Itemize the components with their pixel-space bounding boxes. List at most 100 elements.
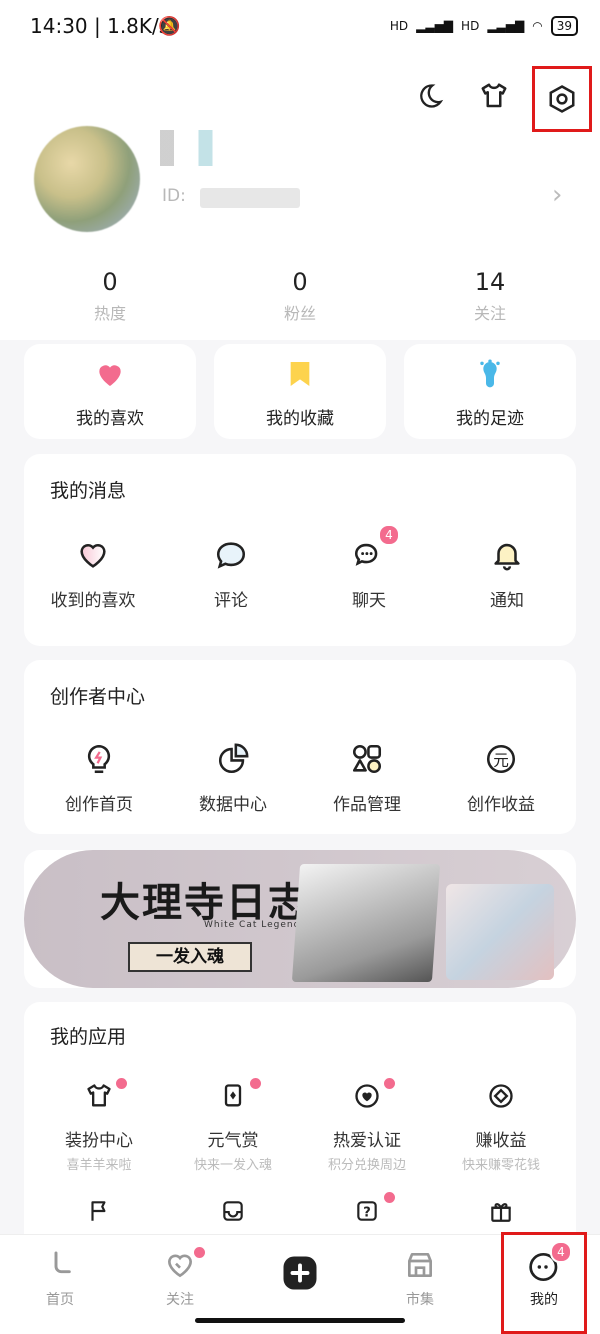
signal-icon: ▂▃▅▇ xyxy=(487,19,525,33)
yuan-coin-icon: 元 xyxy=(486,744,516,774)
app-label: 赚收益 xyxy=(475,1131,527,1151)
user-id-label: ID: xyxy=(162,186,186,206)
comments-item[interactable]: 评论 xyxy=(162,538,300,628)
battery-indicator: 39 xyxy=(550,16,578,36)
messages-title: 我的消息 xyxy=(50,480,127,502)
red-dot xyxy=(114,1076,129,1091)
creator-home-item[interactable]: 创作首页 xyxy=(32,742,166,832)
notifications-item[interactable]: 通知 xyxy=(438,538,576,628)
apps-card: 我的应用 装扮中心 喜羊羊来啦 元气赏 快来一发入魂 热爱认证 积分兑换周边 赚… xyxy=(24,1002,576,1262)
creator-earnings-item[interactable]: 元 创作收益 xyxy=(434,742,568,832)
stat-value: 0 xyxy=(292,268,308,296)
message-item-label: 评论 xyxy=(214,591,248,611)
network-label-2: HD xyxy=(461,19,480,33)
stat-label: 热度 xyxy=(93,304,126,323)
inbox-icon xyxy=(223,1201,243,1221)
stat-label: 粉丝 xyxy=(283,304,316,323)
red-dot xyxy=(192,1245,207,1260)
tab-label: 关注 xyxy=(166,1292,194,1308)
my-likes-button[interactable]: 我的喜欢 xyxy=(24,344,196,439)
footprint-icon xyxy=(480,359,500,388)
status-right: HD ▂▃▅▇ HD ▂▃▅▇ ◠ 39 xyxy=(390,16,578,36)
coin-icon xyxy=(489,1084,513,1108)
creator-center-card: 创作者中心 创作首页 数据中心 作品管理 元 创作收益 xyxy=(24,660,576,834)
banner-cta-button[interactable]: 一发入魂 xyxy=(128,942,252,972)
red-dot xyxy=(248,1076,263,1091)
bulb-icon xyxy=(87,744,111,774)
avatar[interactable] xyxy=(34,126,140,232)
heart-outline-icon xyxy=(80,543,106,568)
app-passion-cert[interactable]: 热爱认证 积分兑换周边 xyxy=(300,1076,434,1173)
chevron-right-icon[interactable]: › xyxy=(552,180,562,210)
settings-hexagon-icon xyxy=(549,85,575,113)
tab-me[interactable]: 4 我的 xyxy=(501,1232,587,1334)
message-item-label: 通知 xyxy=(490,591,524,611)
pie-chart-icon xyxy=(219,743,249,773)
app-dressup[interactable]: 装扮中心 喜羊羊来啦 xyxy=(32,1076,166,1173)
home-tab-icon xyxy=(54,1251,71,1274)
bookmark-icon xyxy=(290,362,310,386)
tshirt-icon xyxy=(87,1084,111,1107)
gift-icon xyxy=(491,1203,511,1222)
wifi-icon: ◠ xyxy=(532,19,543,33)
settings-button[interactable] xyxy=(532,66,592,132)
tab-home[interactable]: 首页 xyxy=(0,1235,120,1334)
tshirt-icon[interactable] xyxy=(474,76,514,116)
works-management-item[interactable]: 作品管理 xyxy=(300,742,434,832)
cards-icon xyxy=(224,1084,242,1107)
signal-icon: ▂▃▅▇ xyxy=(416,19,454,33)
svg-text:?: ? xyxy=(363,1205,371,1220)
stat-heat[interactable]: 0 热度 xyxy=(30,268,190,324)
creator-item-label: 创作收益 xyxy=(467,795,535,815)
moon-icon[interactable] xyxy=(410,76,450,116)
message-item-label: 收到的喜欢 xyxy=(50,591,136,611)
stat-fans[interactable]: 0 粉丝 xyxy=(220,268,380,324)
network-label-1: HD xyxy=(389,19,409,33)
app-subtitle: 快来一发入魂 xyxy=(193,1158,272,1173)
plus-icon xyxy=(283,1256,317,1290)
app-earn[interactable]: 赚收益 快来赚零花钱 xyxy=(434,1082,568,1173)
home-indicator[interactable] xyxy=(195,1318,405,1323)
quick-link-label: 我的喜欢 xyxy=(76,409,144,429)
svg-text:元: 元 xyxy=(493,751,509,769)
status-bar: 14:30 | 1.8K/s 🔕 HD ▂▃▅▇ HD ▂▃▅▇ ◠ 39 xyxy=(0,0,600,56)
stat-following[interactable]: 14 关注 xyxy=(410,268,570,324)
creator-item-label: 数据中心 xyxy=(199,795,267,815)
mute-icon: 🔕 xyxy=(158,16,181,37)
app-label: 装扮中心 xyxy=(65,1131,133,1151)
chat-item[interactable]: 4 聊天 xyxy=(300,524,438,628)
banner-artwork-cards xyxy=(446,884,554,980)
comment-icon xyxy=(216,542,246,569)
creator-item-label: 创作首页 xyxy=(65,795,133,815)
creator-title: 创作者中心 xyxy=(50,686,146,708)
messages-card: 我的消息 收到的喜欢 评论 4 聊天 通知 xyxy=(24,454,576,646)
app-yuanqi[interactable]: 元气赏 快来一发入魂 xyxy=(166,1076,300,1173)
received-likes-item[interactable]: 收到的喜欢 xyxy=(24,538,162,628)
data-center-item[interactable]: 数据中心 xyxy=(166,742,300,832)
stat-label: 关注 xyxy=(473,304,506,323)
me-tab-badge: 4 xyxy=(550,1241,572,1263)
app-subtitle: 喜羊羊来啦 xyxy=(66,1158,132,1173)
user-id-blurred xyxy=(200,188,300,208)
red-dot xyxy=(382,1190,397,1205)
tab-label: 我的 xyxy=(530,1292,558,1308)
creator-item-label: 作品管理 xyxy=(333,795,401,815)
bell-icon xyxy=(494,543,520,571)
app-label: 热爱认证 xyxy=(333,1131,401,1151)
my-favorites-button[interactable]: 我的收藏 xyxy=(214,344,386,439)
flag-icon xyxy=(91,1201,106,1221)
apps-title: 我的应用 xyxy=(50,1026,127,1048)
tab-label: 市集 xyxy=(406,1292,434,1308)
banner-artwork-characters xyxy=(291,864,441,982)
market-icon xyxy=(408,1253,432,1277)
shapes-icon xyxy=(352,744,382,774)
app-subtitle: 积分兑换周边 xyxy=(327,1158,406,1173)
promo-banner[interactable]: 大理寺日志 White Cat Legend 一发入魂 xyxy=(24,850,576,988)
banner-subtitle: White Cat Legend xyxy=(204,920,301,930)
my-footprints-button[interactable]: 我的足迹 xyxy=(404,344,576,439)
quick-link-label: 我的收藏 xyxy=(266,409,334,429)
status-time: 14:30 | 1.8K/s xyxy=(30,14,170,38)
heart-badge-icon xyxy=(355,1084,379,1108)
red-dot xyxy=(382,1076,397,1091)
user-name-blurred[interactable] xyxy=(160,130,230,166)
